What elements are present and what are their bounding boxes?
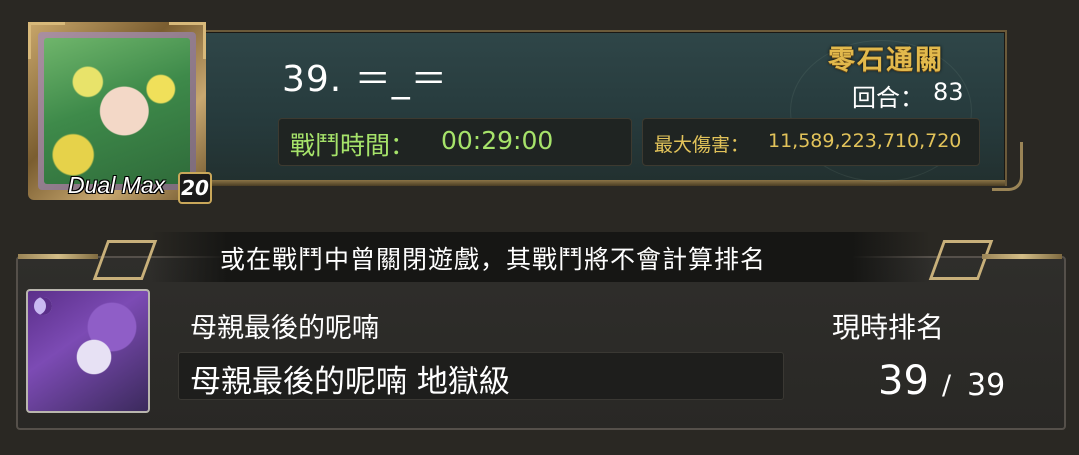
clear-condition-title: 零石通關 xyxy=(828,45,944,76)
avatar-portrait xyxy=(44,38,190,184)
player-name: 39. ＝_＝ xyxy=(282,59,448,100)
moon-icon xyxy=(34,297,52,315)
battle-time-value: 00:29:00 xyxy=(441,126,554,155)
stage-boss-icon[interactable] xyxy=(26,289,150,413)
round-label: 回合： xyxy=(852,84,924,112)
ornament-bar xyxy=(982,254,1062,259)
notice-text: 或在戰鬥中曾關閉遊戲，其戰鬥將不會計算排名 xyxy=(220,245,767,274)
current-rank-value: 39 xyxy=(878,358,929,404)
current-rank-label: 現時排名 xyxy=(832,311,945,344)
avatar-level-badge: 20 xyxy=(178,172,212,204)
avatar-corner-ornament xyxy=(169,22,206,59)
card-corner-ornament xyxy=(992,142,1023,191)
ribbon-right-ornament xyxy=(928,232,1062,282)
round-count: 83 xyxy=(933,78,964,106)
avatar-title-label: Dual Max xyxy=(68,172,166,198)
ornament-knot xyxy=(92,240,158,280)
avatar-corner-ornament xyxy=(28,22,65,59)
rank-total-value: 39 xyxy=(967,368,1006,403)
ribbon-left-ornament xyxy=(18,232,158,282)
max-damage-value: 11,589,223,710,720 xyxy=(768,130,962,152)
max-damage-label: 最大傷害： xyxy=(654,134,750,156)
stage-name: 母親最後的呢喃 xyxy=(190,313,379,344)
battle-time-label: 戰鬥時間： xyxy=(290,131,416,160)
ornament-bar xyxy=(18,254,98,259)
ornament-knot xyxy=(928,240,994,280)
stage-difficulty-title: 母親最後的呢喃 地獄級 xyxy=(190,364,510,400)
rank-separator: / xyxy=(942,370,952,401)
